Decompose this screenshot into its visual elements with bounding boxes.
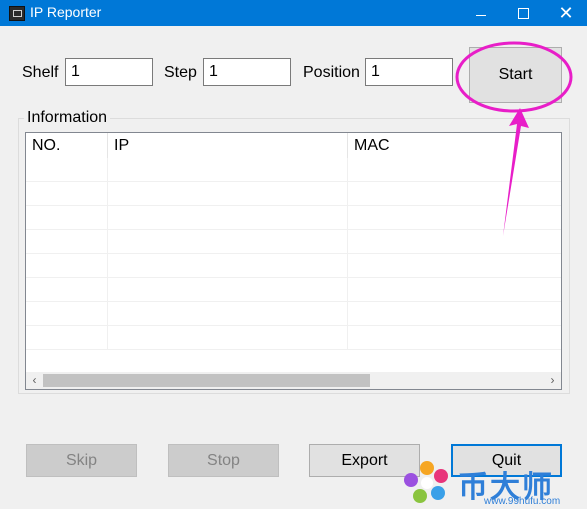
shelf-input[interactable] xyxy=(65,58,153,86)
table-cell xyxy=(348,278,561,302)
table-cell xyxy=(108,158,348,182)
table-cell xyxy=(108,230,348,254)
close-icon: ✕ xyxy=(558,3,574,23)
table-cell xyxy=(26,326,108,350)
scroll-right-icon[interactable]: › xyxy=(544,372,561,389)
minimize-icon xyxy=(476,14,486,16)
table-cell xyxy=(26,158,108,182)
table-cell xyxy=(26,302,108,326)
position-input[interactable] xyxy=(365,58,453,86)
table-cell xyxy=(348,158,561,182)
horizontal-scrollbar[interactable]: ‹ › xyxy=(26,372,561,389)
table-cell xyxy=(108,182,348,206)
window-title: IP Reporter xyxy=(30,4,102,20)
table-cell xyxy=(348,182,561,206)
table-cell xyxy=(26,278,108,302)
stop-button[interactable]: Stop xyxy=(168,444,279,477)
close-button[interactable]: ✕ xyxy=(545,0,587,26)
table-cell xyxy=(26,182,108,206)
column-header-no[interactable]: NO. xyxy=(26,133,108,158)
watermark: 币大师 www.99hufu.com xyxy=(400,456,587,509)
scroll-left-icon[interactable]: ‹ xyxy=(26,372,43,389)
table-cell xyxy=(108,302,348,326)
table-cell xyxy=(348,254,561,278)
list-header: NO. IP MAC xyxy=(26,133,561,158)
watermark-url: www.99hufu.com xyxy=(484,496,561,507)
app-icon xyxy=(9,6,25,21)
table-row[interactable] xyxy=(26,206,561,230)
minimize-button[interactable] xyxy=(460,0,502,26)
list-rows xyxy=(26,158,561,350)
table-cell xyxy=(108,326,348,350)
table-row[interactable] xyxy=(26,158,561,182)
step-input[interactable] xyxy=(203,58,291,86)
table-cell xyxy=(108,278,348,302)
table-row[interactable] xyxy=(26,182,561,206)
scroll-thumb[interactable] xyxy=(43,374,370,387)
shelf-label: Shelf xyxy=(22,64,59,81)
table-cell xyxy=(348,302,561,326)
start-button[interactable]: Start xyxy=(469,47,562,103)
table-cell xyxy=(348,326,561,350)
column-header-ip[interactable]: IP xyxy=(108,133,348,158)
information-group-label: Information xyxy=(24,109,111,127)
maximize-button[interactable] xyxy=(502,0,544,26)
column-header-mac[interactable]: MAC xyxy=(348,133,561,158)
table-cell xyxy=(26,230,108,254)
step-label: Step xyxy=(164,64,197,81)
table-row[interactable] xyxy=(26,302,561,326)
device-list[interactable]: NO. IP MAC ‹ › xyxy=(25,132,562,390)
title-bar[interactable]: IP Reporter ✕ xyxy=(0,0,587,26)
maximize-icon xyxy=(517,7,529,19)
table-row[interactable] xyxy=(26,278,561,302)
table-cell xyxy=(348,230,561,254)
table-cell xyxy=(108,206,348,230)
position-label: Position xyxy=(303,64,360,81)
table-row[interactable] xyxy=(26,230,561,254)
watermark-flower-logo xyxy=(404,461,448,503)
table-row[interactable] xyxy=(26,326,561,350)
table-cell xyxy=(348,206,561,230)
table-cell xyxy=(108,254,348,278)
table-row[interactable] xyxy=(26,254,561,278)
table-cell xyxy=(26,206,108,230)
table-cell xyxy=(26,254,108,278)
skip-button[interactable]: Skip xyxy=(26,444,137,477)
